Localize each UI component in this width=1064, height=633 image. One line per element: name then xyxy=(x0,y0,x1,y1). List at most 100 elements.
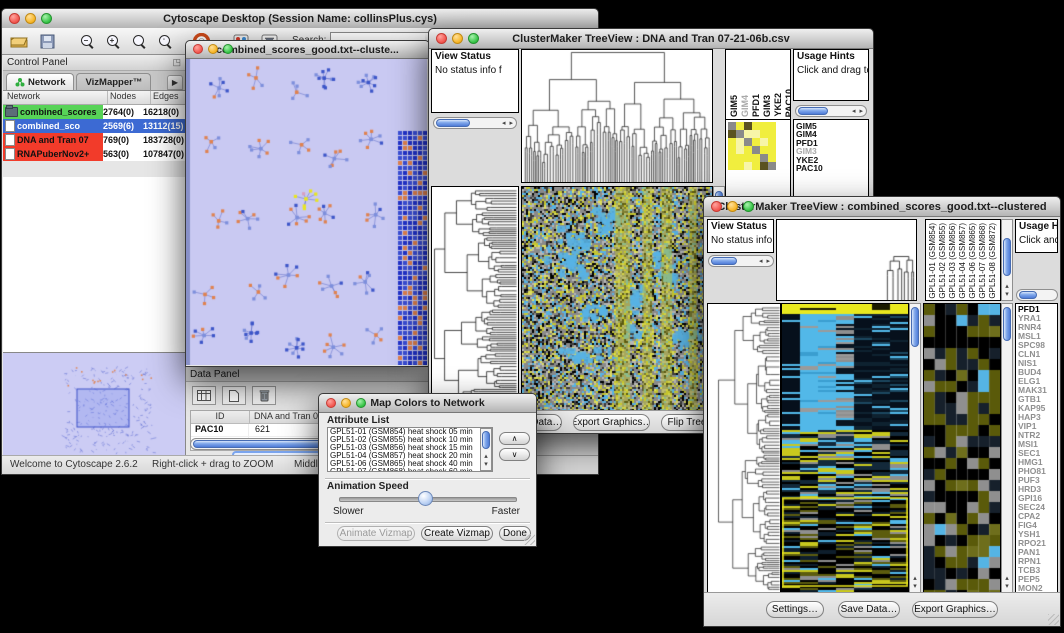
treeview1-titlebar[interactable]: ClusterMaker TreeView : DNA and Tran 07-… xyxy=(429,29,873,49)
matrix-cell[interactable] xyxy=(736,154,744,162)
matrix-cell[interactable] xyxy=(744,146,752,154)
tv2-column-label[interactable]: GPL51-04 (GSM857) xyxy=(958,223,967,299)
tv1-column-label[interactable]: PFD1 xyxy=(751,94,761,117)
tv2-column-label[interactable]: GPL51-02 (GSM855) xyxy=(938,223,947,299)
tv2-collabel-vscrollbar[interactable]: ▴▾ xyxy=(1001,219,1013,301)
tv2-row-dendrogram[interactable] xyxy=(707,303,781,593)
resize-grip[interactable] xyxy=(524,534,535,545)
matrix-cell[interactable] xyxy=(768,162,776,170)
minimize-button[interactable] xyxy=(25,13,36,24)
tv1-row-dendrogram[interactable] xyxy=(431,186,519,411)
tv1-global-heatmap[interactable] xyxy=(521,186,713,411)
matrix-cell[interactable] xyxy=(728,122,736,130)
minimize-button[interactable] xyxy=(341,398,351,408)
dp-col-id[interactable]: ID xyxy=(191,411,250,423)
tv1-zoom-heatmap-panel[interactable] xyxy=(725,119,791,199)
matrix-cell[interactable] xyxy=(736,146,744,154)
zoom-button[interactable] xyxy=(356,398,366,408)
matrix-cell[interactable] xyxy=(736,130,744,138)
animation-speed-slider-thumb[interactable] xyxy=(418,491,433,506)
matrix-cell[interactable] xyxy=(728,146,736,154)
network-overview-panel[interactable] xyxy=(3,352,185,456)
matrix-cell[interactable] xyxy=(744,138,752,146)
matrix-cell[interactable] xyxy=(760,154,768,162)
tv2-heatmap-vscrollbar[interactable]: ▴▾ xyxy=(909,303,921,593)
matrix-cell[interactable] xyxy=(760,138,768,146)
attribute-list-vscrollbar[interactable]: ▴▾ xyxy=(480,428,492,471)
close-button[interactable] xyxy=(436,33,447,44)
tv1-usage-hscrollbar[interactable]: ◂ ▸ xyxy=(795,105,867,117)
zoom-button[interactable] xyxy=(743,201,754,212)
attribute-list[interactable]: GPL51-01 (GSM854) heat shock 05 minGPL51… xyxy=(327,427,493,472)
matrix-cell[interactable] xyxy=(760,162,768,170)
tv1-column-label[interactable]: YKE2 xyxy=(773,93,783,117)
treeview2-titlebar[interactable]: ClusterMaker TreeView : combined_scores_… xyxy=(704,197,1060,217)
tv2-status-hscrollbar[interactable]: ◂ ▸ xyxy=(708,255,774,267)
dialog-titlebar[interactable]: Map Colors to Network xyxy=(319,394,536,413)
tv1-column-label[interactable]: GIM5 xyxy=(729,95,739,117)
matrix-cell[interactable] xyxy=(752,146,760,154)
tv2-column-label[interactable]: GPL51-06 (GSM865) xyxy=(968,223,977,299)
tv2-settings-button[interactable]: Settings… xyxy=(766,601,824,618)
tv2-column-label[interactable]: GPL51-03 (GSM856) xyxy=(948,223,957,299)
network-canvas[interactable] xyxy=(186,59,427,365)
minimize-button[interactable] xyxy=(727,201,738,212)
network-list-row[interactable]: combined_sco2569(6)13112(15) xyxy=(3,119,185,133)
tv2-column-labels[interactable]: GPL51-01 (GSM854)GPL51-02 (GSM855)GPL51-… xyxy=(925,219,1001,301)
tv1-status-hscrollbar[interactable]: ◂ ▸ xyxy=(433,117,517,129)
attribute-item[interactable]: GPL51-07 (GSM868) heat shock 60 min xyxy=(328,468,492,472)
tv1-zoom-row-labels[interactable]: GIM5GIM4PFD1GIM3YKE2PAC10 xyxy=(793,119,869,199)
open-folder-icon[interactable] xyxy=(8,31,30,51)
matrix-cell[interactable] xyxy=(736,122,744,130)
matrix-cell[interactable] xyxy=(768,138,776,146)
matrix-cell[interactable] xyxy=(752,154,760,162)
network-list-row[interactable]: RNAPuberNov2+563(0)107847(0) xyxy=(3,147,185,161)
tv1-row-label[interactable]: PAC10 xyxy=(794,164,868,172)
zoom-fit-icon[interactable] xyxy=(128,31,150,51)
attribute-up-button[interactable]: ∧ xyxy=(499,432,530,445)
minimize-button[interactable] xyxy=(452,33,463,44)
select-attributes-icon[interactable] xyxy=(192,386,216,405)
save-icon[interactable] xyxy=(36,31,58,51)
tv2-usage-hscrollbar[interactable] xyxy=(1016,289,1058,301)
tv2-global-heatmap[interactable] xyxy=(781,303,909,593)
tv1-column-label[interactable]: PAC10 xyxy=(784,89,791,117)
close-button[interactable] xyxy=(326,398,336,408)
new-attribute-icon[interactable] xyxy=(222,386,246,405)
tv1-export-graphics-button[interactable]: Export Graphics… xyxy=(573,414,650,431)
close-button[interactable] xyxy=(193,44,203,54)
matrix-cell[interactable] xyxy=(744,154,752,162)
col-header-edges[interactable]: Edges xyxy=(151,91,185,104)
matrix-cell[interactable] xyxy=(728,130,736,138)
network-list-row[interactable]: DNA and Tran 07769(0)183728(0) xyxy=(3,133,185,147)
matrix-cell[interactable] xyxy=(768,130,776,138)
matrix-cell[interactable] xyxy=(728,154,736,162)
tv2-column-label[interactable]: GPL51-08 (GSM872) xyxy=(988,223,997,299)
tv2-save-data-button[interactable]: Save Data… xyxy=(838,601,900,618)
matrix-cell[interactable] xyxy=(768,146,776,154)
matrix-cell[interactable] xyxy=(760,130,768,138)
matrix-cell[interactable] xyxy=(752,122,760,130)
matrix-cell[interactable] xyxy=(744,162,752,170)
matrix-cell[interactable] xyxy=(736,138,744,146)
tab-vizmapper[interactable]: VizMapper™ xyxy=(76,73,151,90)
matrix-cell[interactable] xyxy=(736,162,744,170)
create-vizmap-button[interactable]: Create Vizmap xyxy=(421,526,493,541)
animate-vizmap-button[interactable]: Animate Vizmap xyxy=(337,526,415,541)
network-view-titlebar[interactable]: combined_scores_good.txt--cluste... xyxy=(186,41,429,59)
zoom-button[interactable] xyxy=(41,13,52,24)
main-titlebar[interactable]: Cytoscape Desktop (Session Name: collins… xyxy=(2,9,598,29)
col-header-network[interactable]: Network xyxy=(3,91,108,104)
tv1-zoom-column-labels[interactable]: GIM5GIM4PFD1GIM3YKE2PAC10 xyxy=(725,49,791,119)
network-list-row[interactable]: combined_scores2764(0)16218(0) xyxy=(3,105,185,119)
tab-network[interactable]: Network xyxy=(6,73,74,90)
network-overview-canvas[interactable] xyxy=(3,353,185,455)
tv1-column-label[interactable]: GIM4 xyxy=(740,95,750,117)
tv2-column-label[interactable]: GPL51-07 (GSM868) xyxy=(978,223,987,299)
matrix-cell[interactable] xyxy=(728,138,736,146)
float-panel-icon[interactable]: ◳ xyxy=(172,57,181,68)
tv2-column-dendrogram[interactable] xyxy=(776,219,917,301)
tv2-column-label[interactable]: GPL51-01 (GSM854) xyxy=(928,223,937,299)
matrix-cell[interactable] xyxy=(752,138,760,146)
tv1-column-dendrogram[interactable] xyxy=(521,49,713,183)
